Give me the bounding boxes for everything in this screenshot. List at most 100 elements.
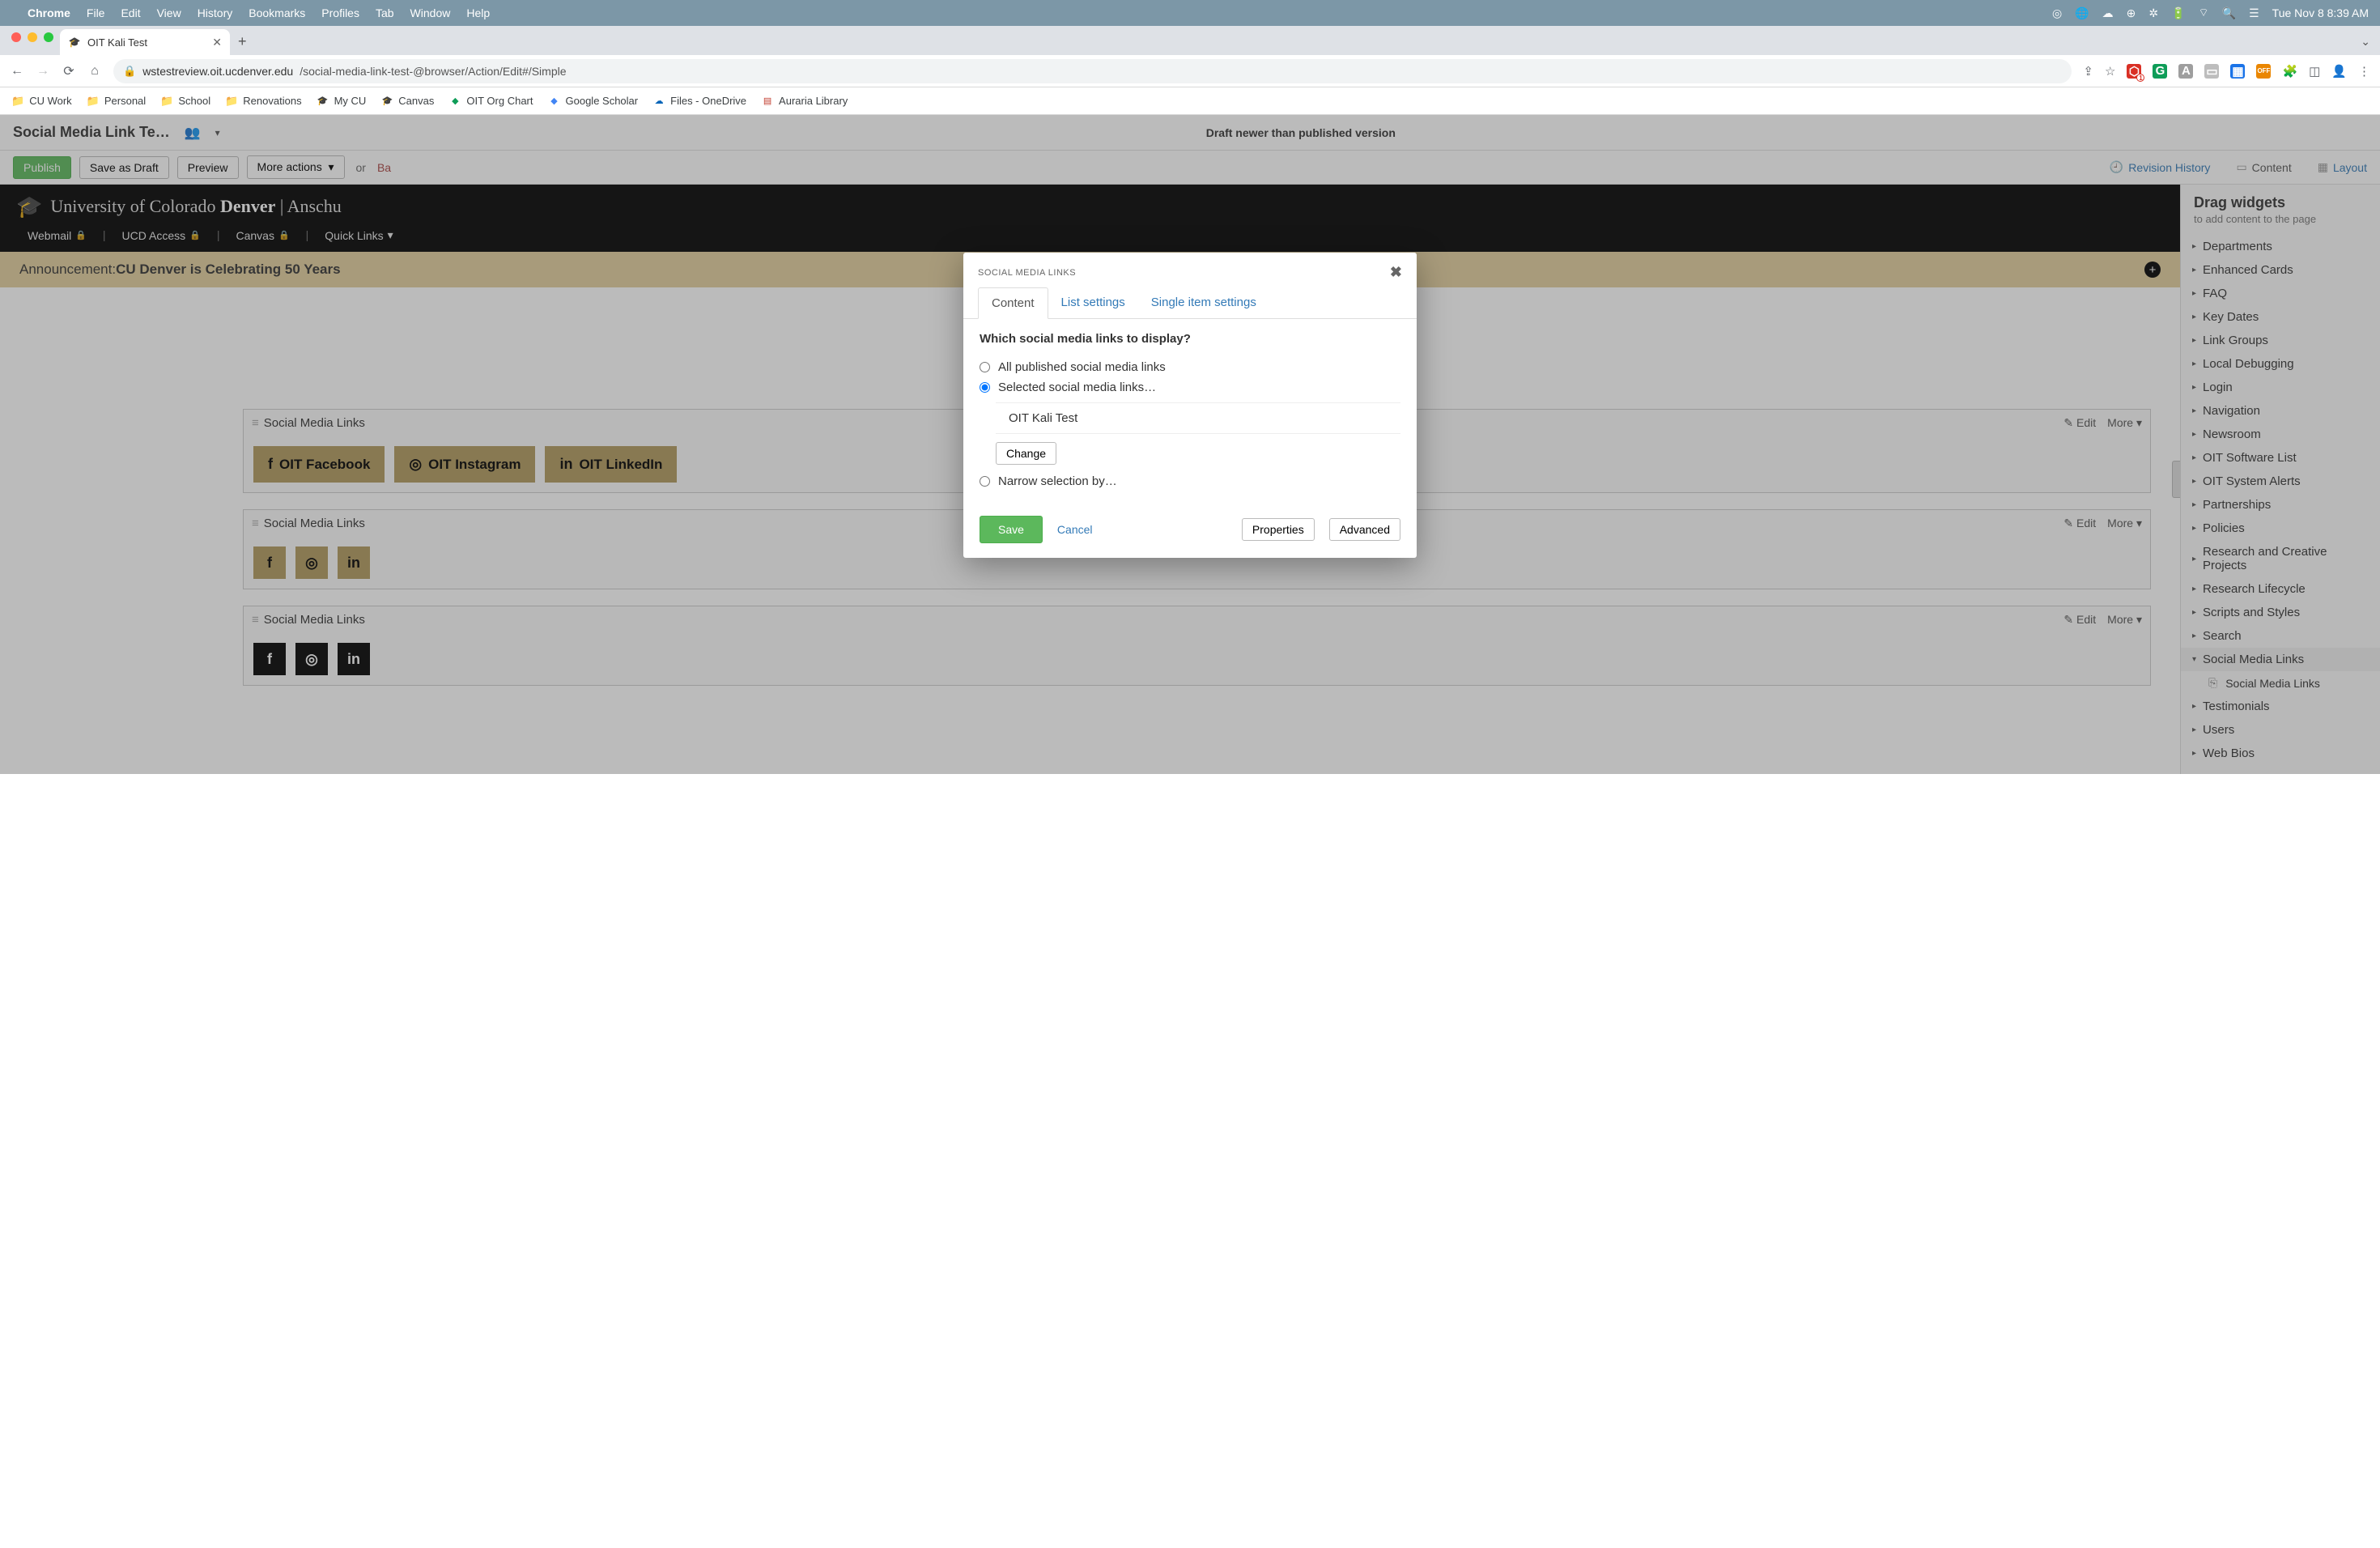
minimize-window-button[interactable] [28,32,37,42]
extension-icon[interactable]: ⬡1 [2127,64,2141,79]
chrome-menu-icon[interactable]: ⋮ [2358,64,2370,79]
fullscreen-window-button[interactable] [44,32,53,42]
home-button[interactable]: ⌂ [87,64,102,79]
status-icon[interactable]: ☁︎ [2102,6,2114,20]
bookmark-favicon: 🎓 [317,95,329,108]
modal-title: SOCIAL MEDIA LINKS [978,268,1076,278]
omnibox-host: wstestreview.oit.ucdenver.edu [142,65,293,78]
radio-narrow[interactable]: Narrow selection by… [980,471,1400,491]
radio-input-selected[interactable] [980,382,990,393]
new-tab-button[interactable]: + [230,28,255,55]
bookmark-label: Files - OneDrive [670,95,746,107]
radio-label: Narrow selection by… [998,474,1117,488]
profile-avatar[interactable]: 👤 [2331,64,2347,79]
menu-edit[interactable]: Edit [121,6,140,19]
spotlight-icon[interactable]: 🔍 [2222,6,2236,20]
menu-app[interactable]: Chrome [28,6,70,19]
bookmark-favicon: ◆ [448,95,461,108]
tabstrip-expand-icon[interactable]: ⌄ [2351,28,2380,55]
chrome-tabstrip: 🎓 OIT Kali Test ✕ + ⌄ [0,26,2380,55]
bookmark-label: Canvas [398,95,434,107]
tab-single-item-settings[interactable]: Single item settings [1138,287,1269,318]
menu-help[interactable]: Help [466,6,490,19]
menu-profiles[interactable]: Profiles [321,6,359,19]
bookmark-favicon: ▤ [761,95,774,108]
battery-icon[interactable]: 🔋 [2171,6,2185,20]
radio-selected[interactable]: Selected social media links… [980,377,1400,398]
omnibox[interactable]: 🔒 wstestreview.oit.ucdenver.edu/social-m… [113,59,2072,83]
control-center-icon[interactable]: ☰ [2249,6,2259,20]
modal-question: Which social media links to display? [980,332,1400,346]
bluetooth-icon[interactable]: ✲ [2148,6,2158,20]
menu-file[interactable]: File [87,6,105,19]
selected-item: OIT Kali Test [996,402,1400,434]
tab-favicon: 🎓 [68,36,81,49]
share-icon[interactable]: ⇪ [2083,64,2093,79]
menubar-clock[interactable]: Tue Nov 8 8:39 AM [2272,6,2369,19]
save-button[interactable]: Save [980,516,1043,543]
radio-input-all[interactable] [980,362,990,372]
close-window-button[interactable] [11,32,21,42]
grammarly-icon[interactable]: G [2153,64,2167,79]
radio-input-narrow[interactable] [980,476,990,487]
extension-icon[interactable]: A [2178,64,2193,79]
status-icon[interactable]: 🌐 [2075,6,2089,20]
extension-icon[interactable]: ▭ [2204,64,2219,79]
reload-button[interactable]: ⟳ [62,63,76,79]
bookmark-folder[interactable]: 📁 School [160,95,210,108]
menu-window[interactable]: Window [410,6,451,19]
bookmark-item[interactable]: ▤ Auraria Library [761,95,848,108]
folder-icon: 📁 [87,95,100,108]
social-media-links-modal: SOCIAL MEDIA LINKS ✖ Content List settin… [963,253,1417,558]
omnibox-path: /social-media-link-test-@browser/Action/… [300,65,566,78]
bookmark-favicon: ◆ [548,95,561,108]
back-button[interactable]: ← [10,64,24,79]
window-controls [8,32,60,49]
bookmark-item[interactable]: ☁︎ Files - OneDrive [652,95,746,108]
extension-icon[interactable]: ▦ [2230,64,2245,79]
folder-icon: 📁 [11,95,24,108]
tab-close-icon[interactable]: ✕ [212,36,222,49]
bookmark-folder[interactable]: 📁Renovations [225,95,301,108]
tab-list-settings[interactable]: List settings [1048,287,1138,318]
tab-title: OIT Kali Test [87,36,147,49]
bookmark-item[interactable]: 🎓 My CU [317,95,367,108]
cancel-link[interactable]: Cancel [1057,523,1093,536]
bookmark-label: Renovations [243,95,301,107]
wifi-icon[interactable]: ⌔ [2199,6,2209,20]
menu-view[interactable]: View [157,6,181,19]
bookmark-label: School [178,95,210,107]
bookmark-label: My CU [334,95,367,107]
bookmark-star-icon[interactable]: ☆ [2105,64,2115,79]
chrome-toolbar: ← → ⟳ ⌂ 🔒 wstestreview.oit.ucdenver.edu/… [0,55,2380,87]
extensions-menu-icon[interactable]: 🧩 [2282,64,2297,79]
bookmark-favicon: ☁︎ [652,95,665,108]
bookmarks-bar: 📁CU Work 📁Personal 📁School 📁Renovations … [0,87,2380,115]
modal-tabs: Content List settings Single item settin… [963,287,1417,319]
bookmark-folder[interactable]: 📁 CU Work [11,95,72,108]
extension-icon[interactable]: OFF [2256,64,2271,79]
menu-tab[interactable]: Tab [376,6,394,19]
bookmark-label: CU Work [29,95,71,107]
modal-close-icon[interactable]: ✖ [1390,264,1402,281]
browser-tab[interactable]: 🎓 OIT Kali Test ✕ [60,29,230,55]
macos-menubar: Chrome File Edit View History Bookmarks … [0,0,2380,26]
bookmark-folder[interactable]: 📁Personal [87,95,147,108]
menu-bookmarks[interactable]: Bookmarks [249,6,305,19]
advanced-button[interactable]: Advanced [1329,518,1400,541]
change-button[interactable]: Change [996,442,1056,465]
radio-all-published[interactable]: All published social media links [980,357,1400,377]
tab-content[interactable]: Content [978,287,1048,319]
zoom-status-icon[interactable]: ◎ [2052,6,2062,20]
status-icon[interactable]: ⊕ [2127,6,2136,20]
bookmark-item[interactable]: ◆OIT Org Chart [448,95,533,108]
menu-history[interactable]: History [198,6,233,19]
properties-button[interactable]: Properties [1242,518,1315,541]
side-panel-icon[interactable]: ◫ [2309,64,2320,79]
bookmark-item[interactable]: ◆Google Scholar [548,95,639,108]
bookmark-item[interactable]: 🎓Canvas [380,95,434,108]
radio-label: Selected social media links… [998,381,1156,394]
forward-button[interactable]: → [36,64,50,79]
bookmark-label: Auraria Library [779,95,848,107]
folder-icon: 📁 [160,95,173,108]
